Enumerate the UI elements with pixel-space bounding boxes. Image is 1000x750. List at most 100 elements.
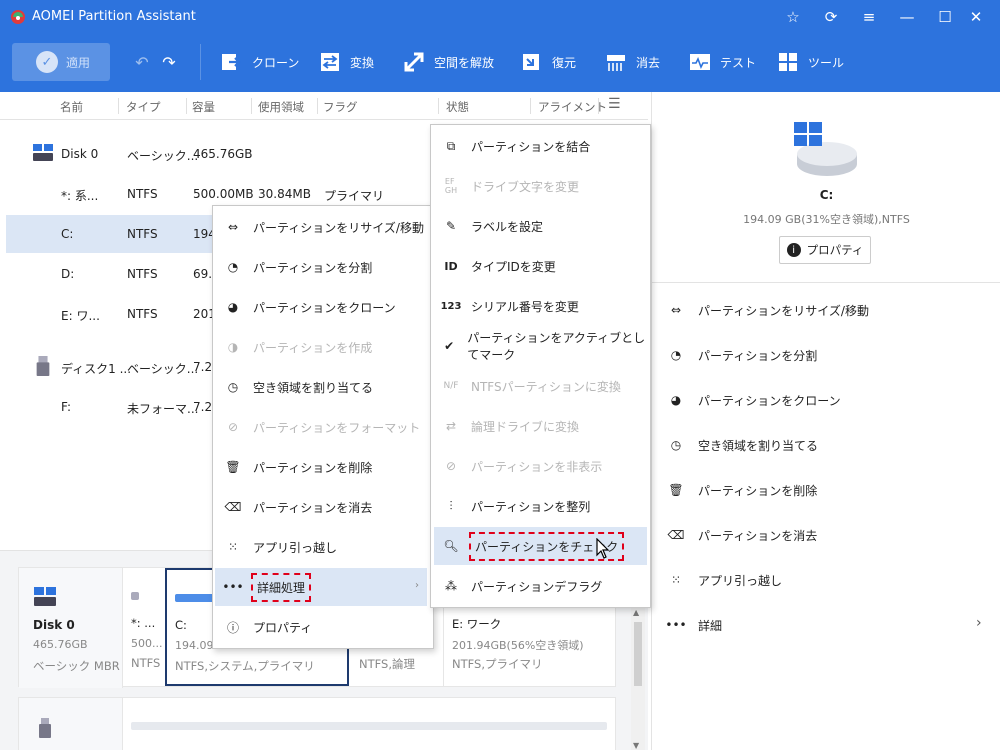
partition-bar-f[interactable] — [131, 722, 607, 730]
usb-drive-icon — [36, 356, 50, 376]
toolbar-clone[interactable]: クローン — [220, 48, 299, 76]
action-wipe[interactable]: ⌫ パーティションを消去 — [666, 523, 818, 547]
resize-arrows-icon: ⇔ — [670, 303, 682, 317]
col-type[interactable]: タイプ — [126, 99, 161, 115]
toolbar: ✓ 適用 ↶ ↷ クローン 変換 空間を解放 復元 消去 テスト ツール — [0, 34, 1000, 92]
apply-label: 適用 — [66, 55, 91, 70]
free-space-icon — [402, 50, 426, 74]
redo-icon[interactable]: ↷ — [158, 51, 180, 73]
properties-button[interactable]: i プロパティ — [779, 236, 871, 264]
menu-properties[interactable]: ⓘ プロパティ — [217, 608, 312, 646]
menu-advanced[interactable]: ••• 詳細処理 › — [215, 568, 427, 606]
col-alignment[interactable]: アライメント — [538, 99, 607, 115]
disk0-info[interactable]: Disk 0 465.76GB ベーシック MBR — [19, 568, 123, 688]
menu-clone[interactable]: ◕ パーティションをクローン — [217, 288, 396, 326]
star-icon[interactable]: ☆ — [781, 6, 805, 28]
scroll-down-icon[interactable]: ▼ — [633, 741, 639, 750]
submenu-set-active[interactable]: ✔ パーティションをアクティブとしてマーク — [435, 327, 650, 365]
col-name[interactable]: 名前 — [60, 99, 83, 115]
partition-block-system[interactable]: *: ... 500... NTFS — [123, 568, 165, 686]
search-icon: 🔍︎ — [443, 539, 459, 553]
submenu-align[interactable]: ⫶ パーティションを整列 — [435, 487, 590, 525]
col-used[interactable]: 使用領域 — [258, 99, 304, 115]
apply-button[interactable]: ✓ 適用 — [12, 43, 110, 81]
advanced-submenu: ⧉ パーティションを結合 EF GH ドライブ文字を変更 ✎ ラベルを設定 ID タイプI… — [430, 124, 651, 608]
action-app-mover[interactable]: ⁙ アプリ引っ越し — [666, 568, 782, 592]
toolbar-wipe[interactable]: 消去 — [604, 48, 660, 76]
toolbar-convert[interactable]: 変換 — [318, 48, 374, 76]
toolbar-recover[interactable]: 復元 — [520, 48, 576, 76]
format-icon: ⊘ — [227, 420, 239, 434]
submenu-change-type-id[interactable]: ID タイプIDを変更 — [435, 247, 555, 285]
eye-hidden-icon: ⊘ — [445, 459, 457, 473]
info-icon: ⓘ — [226, 620, 239, 635]
menu-wipe[interactable]: ⌫ パーティションを消去 — [217, 488, 373, 526]
toolbar-clone-label: クローン — [252, 55, 300, 70]
col-capacity[interactable]: 容量 — [192, 99, 215, 115]
context-menu: ⇔ パーティションをリサイズ/移動 ◔ パーティションを分割 ◕ パーティションをクロ… — [212, 205, 434, 649]
submenu-merge[interactable]: ⧉ パーティションを結合 — [435, 127, 591, 165]
badge-check-icon: ✔ — [444, 339, 455, 353]
merge-icon: ⧉ — [446, 138, 456, 153]
submenu-arrow-icon: › — [415, 580, 419, 591]
col-flag[interactable]: フラグ — [323, 99, 358, 115]
title-bar: AOMEI Partition Assistant ☆ ⟳ ≡ — ☐ ✕ — [0, 0, 1000, 34]
toolbar-free-space-label: 空間を解放 — [434, 55, 495, 70]
toolbar-tools-label: ツール — [808, 55, 845, 70]
eraser-icon: ⌫ — [667, 528, 685, 542]
chevron-right-icon[interactable]: › — [976, 615, 982, 631]
recover-icon — [520, 50, 544, 74]
app-logo-icon — [11, 10, 25, 24]
menu-resize-move[interactable]: ⇔ パーティションをリサイズ/移動 — [217, 208, 424, 246]
close-icon[interactable]: ✕ — [964, 6, 988, 28]
scroll-up-icon[interactable]: ▲ — [633, 608, 639, 617]
action-resize-move[interactable]: ⇔ パーティションをリサイズ/移動 — [666, 298, 869, 322]
partition-list-header: 名前 タイプ 容量 使用領域 フラグ 状態 アライメント ☰ — [0, 92, 648, 120]
ntfs-convert-icon: N/F — [443, 381, 459, 391]
toolbar-tools[interactable]: ツール — [776, 48, 844, 76]
action-split[interactable]: ◔ パーティションを分割 — [666, 343, 818, 367]
menu-create: ◑ パーティションを作成 — [217, 328, 373, 366]
submenu-set-label[interactable]: ✎ ラベルを設定 — [435, 207, 543, 245]
disk1-info[interactable] — [19, 698, 123, 750]
disk-map-scrollbar[interactable]: ▲ ▼ — [631, 608, 645, 750]
defrag-grid-icon: ⁂ — [445, 579, 457, 593]
submenu-check[interactable]: 🔍︎ パーティションをチェック — [434, 527, 647, 565]
info-icon: i — [786, 243, 801, 257]
id-icon: ID — [444, 259, 458, 273]
submenu-change-serial[interactable]: 123 シリアル番号を変更 — [435, 287, 579, 325]
action-more[interactable]: ••• 詳細 — [665, 613, 722, 637]
action-allocate[interactable]: ◷ 空き領域を割り当てる — [666, 433, 818, 457]
submenu-convert-ntfs: N/F NTFSパーティションに変換 — [435, 367, 621, 405]
submenu-defrag[interactable]: ⁂ パーティションデフラグ — [435, 567, 602, 605]
disk-map-disk1 — [18, 697, 616, 750]
menu-app-mover[interactable]: ⁙ アプリ引っ越し — [217, 528, 337, 566]
menu-icon[interactable]: ≡ — [857, 6, 881, 28]
disk-icon — [33, 144, 53, 161]
toolbar-free-space[interactable]: 空間を解放 — [402, 48, 494, 76]
drive-letter-icon: EF GH — [444, 177, 458, 195]
refresh-icon[interactable]: ⟳ — [819, 6, 843, 28]
menu-allocate[interactable]: ◷ 空き領域を割り当てる — [217, 368, 373, 406]
usb-drive-icon — [39, 718, 51, 738]
undo-icon[interactable]: ↶ — [131, 51, 153, 73]
submenu-convert-logical: ⇄ 論理ドライブに変換 — [435, 407, 579, 445]
drive-illustration-icon — [794, 122, 857, 176]
maximize-icon[interactable]: ☐ — [933, 6, 957, 28]
action-clone[interactable]: ◕ パーティションをクローン — [666, 388, 841, 412]
minimize-icon[interactable]: — — [895, 6, 919, 28]
action-delete[interactable]: 🗑 パーティションを削除 — [666, 478, 817, 502]
col-status[interactable]: 状態 — [446, 99, 469, 115]
split-pie-icon: ◔ — [670, 348, 682, 362]
more-dots-icon: ••• — [222, 580, 244, 594]
column-settings-icon[interactable]: ☰ — [608, 96, 621, 112]
mouse-cursor-icon — [596, 538, 610, 559]
menu-delete[interactable]: 🗑 パーティションを削除 — [217, 448, 372, 486]
app-grid-icon: ⁙ — [670, 573, 682, 587]
check-icon: ✓ — [36, 51, 58, 73]
toolbar-test-label: テスト — [720, 55, 757, 70]
toolbar-test[interactable]: テスト — [688, 48, 756, 76]
scroll-thumb[interactable] — [634, 622, 642, 686]
clock-icon: ◷ — [670, 438, 682, 452]
menu-split[interactable]: ◔ パーティションを分割 — [217, 248, 373, 286]
